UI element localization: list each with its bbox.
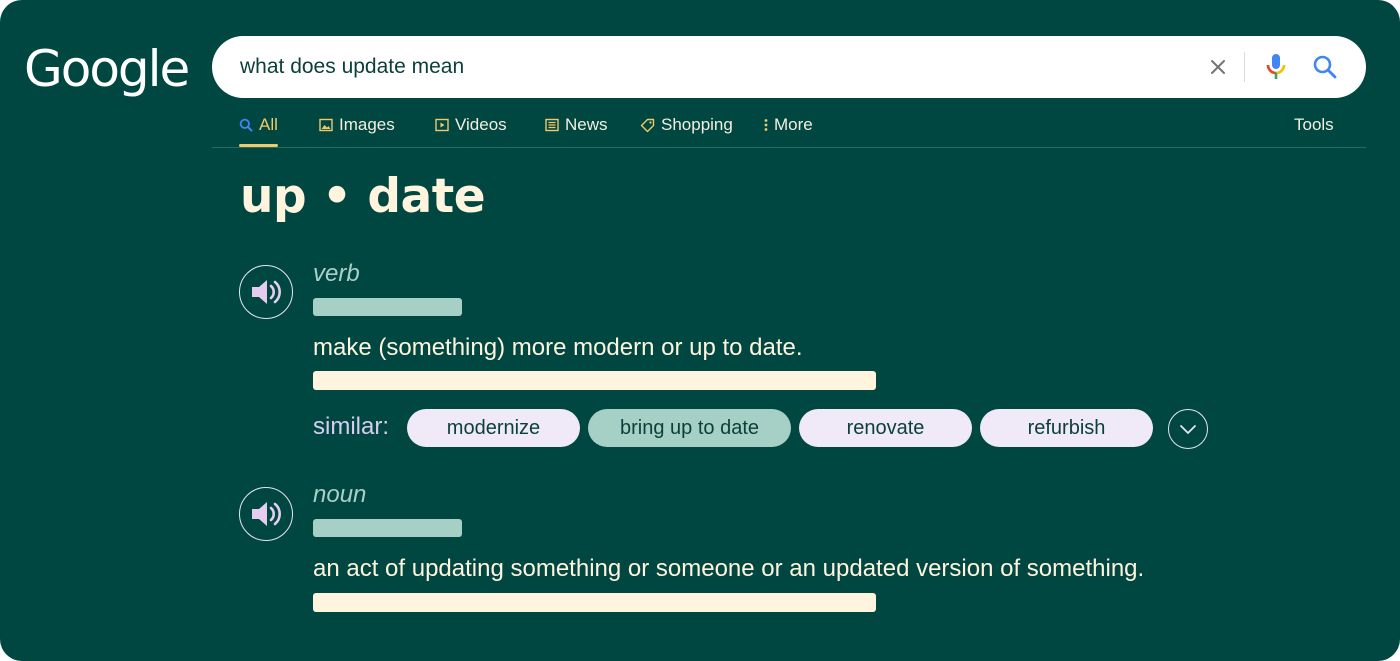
part-of-speech-noun: noun	[313, 481, 367, 508]
search-divider	[1244, 52, 1245, 82]
image-icon	[319, 118, 333, 132]
speaker-icon	[252, 502, 281, 526]
dictionary-headword: up • date	[240, 169, 486, 224]
pronunciation-button-noun[interactable]	[239, 487, 293, 541]
microphone-icon	[1266, 54, 1286, 79]
voice-search-button[interactable]	[1258, 49, 1294, 85]
tab-images[interactable]: Images	[319, 104, 395, 146]
play-icon	[435, 118, 449, 132]
search-icon	[1313, 55, 1337, 79]
similar-chip-refurbish[interactable]: refurbish	[980, 409, 1153, 447]
tab-all[interactable]: All	[239, 104, 278, 147]
google-logo[interactable]: Google	[24, 36, 190, 102]
newspaper-icon	[545, 118, 559, 132]
tab-more[interactable]: More	[764, 104, 813, 146]
placeholder-bar	[313, 593, 876, 612]
expand-similar-button[interactable]	[1168, 409, 1208, 449]
placeholder-bar	[313, 298, 462, 316]
search-bar	[212, 36, 1366, 98]
tab-news[interactable]: News	[545, 104, 608, 146]
similar-chip-modernize[interactable]: modernize	[407, 409, 580, 447]
more-vertical-icon	[764, 119, 768, 131]
search-icon	[239, 118, 253, 132]
chevron-down-icon	[1180, 425, 1196, 434]
part-of-speech-verb: verb	[313, 260, 360, 287]
search-input[interactable]	[240, 36, 1180, 98]
search-tabs: All Images Videos News Shopping More Too…	[212, 104, 1366, 148]
search-submit-button[interactable]	[1307, 49, 1343, 85]
tab-label: Videos	[455, 115, 507, 134]
search-results-frame: Google what does update mean All Images …	[0, 0, 1400, 661]
placeholder-bar	[313, 371, 876, 390]
pronunciation-button-verb[interactable]	[239, 265, 293, 319]
speaker-icon	[252, 280, 281, 304]
tab-label: News	[565, 115, 608, 134]
similar-label: similar:	[313, 413, 389, 440]
tag-icon	[640, 118, 655, 132]
tab-label: Shopping	[661, 115, 733, 134]
similar-chip-renovate[interactable]: renovate	[799, 409, 972, 447]
definition-noun: an act of updating something or someone …	[313, 555, 1145, 582]
tab-shopping[interactable]: Shopping	[640, 104, 733, 146]
clear-button[interactable]	[1200, 49, 1236, 85]
tab-label: All	[259, 115, 278, 134]
tab-videos[interactable]: Videos	[435, 104, 507, 146]
close-icon	[1211, 60, 1225, 74]
placeholder-bar	[313, 519, 462, 537]
tools-button[interactable]: Tools	[1294, 104, 1334, 146]
tab-label: Images	[339, 115, 395, 134]
definition-verb: make (something) more modern or up to da…	[313, 334, 803, 361]
similar-chip-bring-up-to-date[interactable]: bring up to date	[588, 409, 791, 447]
tab-label: More	[774, 115, 813, 134]
